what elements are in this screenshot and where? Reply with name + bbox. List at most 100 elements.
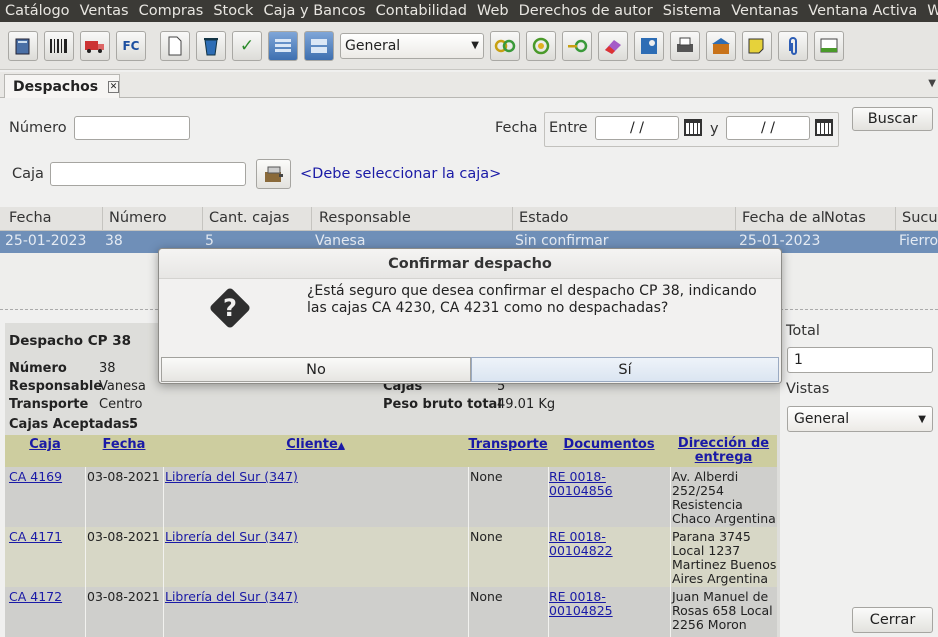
cell-cant-cajas: 5 <box>205 233 214 249</box>
invoice-icon[interactable]: FC <box>116 30 146 61</box>
col-caja[interactable]: Caja <box>5 437 85 452</box>
peso-value: 49.01 Kg <box>497 397 556 412</box>
table-row: CA 4171 03-08-2021 Librería del Sur (347… <box>5 527 777 587</box>
notes-icon[interactable] <box>742 30 772 61</box>
form-view-icon[interactable] <box>304 30 334 61</box>
checkmark-icon[interactable]: ✓ <box>232 30 262 61</box>
col-sucursal[interactable]: Sucur <box>902 210 938 226</box>
link-icon[interactable] <box>490 30 520 61</box>
cajas-aceptadas-label: Cajas Aceptadas: <box>9 417 135 432</box>
col-estado[interactable]: Estado <box>519 210 568 226</box>
documento-link[interactable]: RE 0018- 00104822 <box>549 530 613 558</box>
col-cant-cajas[interactable]: Cant. cajas <box>209 210 289 226</box>
menu-ventanas[interactable]: Ventanas <box>726 3 803 19</box>
export-icon[interactable] <box>814 30 844 61</box>
key-icon[interactable] <box>562 30 592 61</box>
total-input[interactable]: 1 <box>787 347 933 373</box>
menu-derechos-de-autor[interactable]: Derechos de autor <box>514 3 658 19</box>
store-icon[interactable] <box>706 30 736 61</box>
menu-ventas[interactable]: Ventas <box>75 3 134 19</box>
cell-numero: 38 <box>105 233 123 249</box>
menu-ventana-activa[interactable]: Ventana Activa <box>803 3 922 19</box>
col-cliente[interactable]: Cliente▲ <box>163 437 468 452</box>
barcode-icon[interactable] <box>44 30 74 61</box>
menu-window[interactable]: Window <box>922 3 938 19</box>
col-documentos[interactable]: Documentos <box>548 437 670 452</box>
attachment-icon[interactable] <box>778 30 808 61</box>
chevron-down-icon: ▼ <box>471 40 479 51</box>
view-select[interactable]: General ▼ <box>340 32 484 59</box>
y-label: y <box>710 121 719 137</box>
caja-input[interactable] <box>50 162 246 186</box>
col-fecha[interactable]: Fecha <box>85 437 163 452</box>
yes-button[interactable]: Sí <box>471 357 779 382</box>
menu-catalogo[interactable]: Catálogo <box>0 3 75 19</box>
caja-label: Caja <box>12 166 44 182</box>
menu-stock[interactable]: Stock <box>208 3 258 19</box>
truck-icon[interactable] <box>80 30 110 61</box>
menu-web[interactable]: Web <box>472 3 514 19</box>
image-edit-icon[interactable] <box>634 30 664 61</box>
sort-asc-icon: ▲ <box>337 441 345 451</box>
col-fecha[interactable]: Fecha <box>9 210 52 226</box>
despachos-grid-header: Fecha Número Cant. cajas Responsable Est… <box>0 207 938 231</box>
menu-compras[interactable]: Compras <box>134 3 209 19</box>
caja-link[interactable]: CA 4171 <box>9 530 62 544</box>
svg-text:?: ? <box>223 294 237 322</box>
date-from-input[interactable]: / / <box>595 116 679 140</box>
select-caja-link[interactable]: <Debe seleccionar la caja> <box>300 166 501 182</box>
vistas-label: Vistas <box>786 381 830 397</box>
tab-label: Despachos <box>13 78 99 95</box>
cash-register-icon[interactable] <box>256 159 291 189</box>
direccion-cell: Parana 3745 Local 1237 Martinez Buenos Aire… <box>672 529 777 586</box>
close-icon[interactable]: ✕ <box>108 80 119 93</box>
fecha-label: Fecha <box>495 120 538 136</box>
new-document-icon[interactable] <box>160 30 190 61</box>
transporte-detail-value: Centro <box>99 397 143 412</box>
book-icon[interactable] <box>8 30 38 61</box>
numero-input[interactable] <box>74 116 190 140</box>
tab-despachos[interactable]: Despachos ✕ <box>4 74 120 98</box>
cajas-aceptadas-value: 5 <box>129 417 139 432</box>
caja-link[interactable]: CA 4169 <box>9 470 62 484</box>
cajas-table-header: Caja Fecha Cliente▲ Transporte Documento… <box>5 435 777 467</box>
cliente-link[interactable]: Librería del Sur (347) <box>165 590 298 604</box>
tab-menu-chevron-icon[interactable]: ▼ <box>928 78 936 89</box>
col-numero[interactable]: Número <box>109 210 167 226</box>
trash-icon[interactable] <box>196 30 226 61</box>
documento-link[interactable]: RE 0018- 00104825 <box>549 590 613 618</box>
cell-estado: Sin confirmar <box>515 233 609 249</box>
fecha-cell: 03-08-2021 <box>87 529 160 544</box>
transporte-cell: None <box>470 589 503 604</box>
eraser-icon[interactable] <box>598 30 628 61</box>
menu-caja-y-bancos[interactable]: Caja y Bancos <box>258 3 370 19</box>
caja-link[interactable]: CA 4172 <box>9 590 62 604</box>
cliente-link[interactable]: Librería del Sur (347) <box>165 530 298 544</box>
menu-bar: Catálogo Ventas Compras Stock Caja y Ban… <box>0 0 938 22</box>
printer-icon[interactable] <box>670 30 700 61</box>
transporte-cell: None <box>470 469 503 484</box>
col-responsable[interactable]: Responsable <box>319 210 411 226</box>
dialog-message: ¿Está seguro que desea confirmar el desp… <box>307 283 757 316</box>
menu-contabilidad[interactable]: Contabilidad <box>371 3 472 19</box>
numero-label: Número <box>9 120 67 136</box>
target-icon[interactable] <box>526 30 556 61</box>
date-to-input[interactable]: / / <box>726 116 810 140</box>
list-view-icon[interactable] <box>268 30 298 61</box>
vistas-select[interactable]: General ▼ <box>787 406 933 432</box>
dialog-title: Confirmar despacho <box>159 249 781 279</box>
cell-fecha-alta: 25-01-2023 <box>739 233 821 249</box>
calendar-icon[interactable] <box>815 119 833 136</box>
col-transporte[interactable]: Transporte <box>468 437 548 452</box>
menu-sistema[interactable]: Sistema <box>658 3 726 19</box>
documento-link[interactable]: RE 0018- 00104856 <box>549 470 613 498</box>
buscar-button[interactable]: Buscar <box>852 107 933 131</box>
no-button[interactable]: No <box>161 357 471 382</box>
col-direccion[interactable]: Dirección de entrega <box>670 437 777 465</box>
cerrar-button[interactable]: Cerrar <box>852 607 933 633</box>
calendar-icon[interactable] <box>684 119 702 136</box>
cliente-link[interactable]: Librería del Sur (347) <box>165 470 298 484</box>
col-notas[interactable]: Notas <box>824 210 866 226</box>
col-fecha-alta[interactable]: Fecha de al <box>742 210 825 226</box>
confirm-dialog: Confirmar despacho ? ¿Está seguro que de… <box>158 248 782 384</box>
